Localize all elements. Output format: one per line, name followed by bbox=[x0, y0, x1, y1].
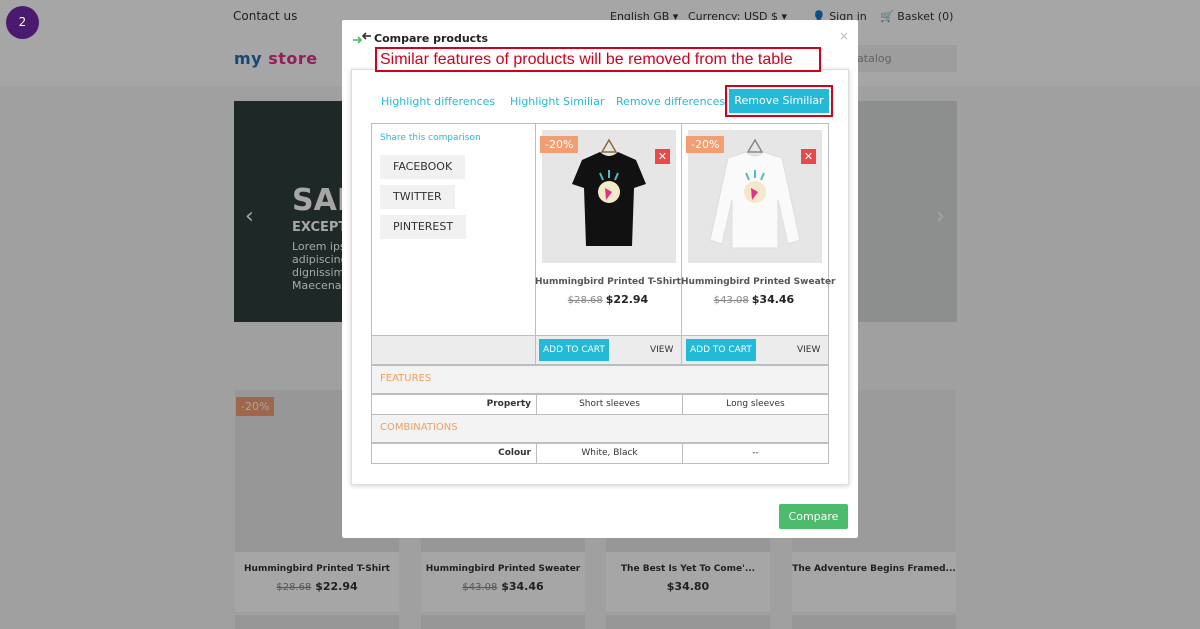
price: $34.46 bbox=[751, 293, 795, 306]
view-product-link[interactable]: VIEW bbox=[797, 345, 820, 355]
annotation-highlight-box bbox=[725, 85, 833, 117]
tab-highlight-differences[interactable]: Highlight differences bbox=[381, 95, 495, 108]
table-divider bbox=[681, 335, 682, 365]
discount-badge: -20% bbox=[686, 136, 725, 153]
share-label: Share this comparison bbox=[380, 133, 481, 143]
product-price: $28.68 $22.94 bbox=[535, 293, 681, 306]
price: $22.94 bbox=[605, 293, 649, 306]
compare-button[interactable]: Compare bbox=[779, 504, 848, 529]
row-label: Property bbox=[486, 399, 531, 409]
discount-badge: -20% bbox=[540, 136, 579, 153]
row-label: Colour bbox=[498, 448, 531, 458]
remove-product-icon[interactable]: ✕ bbox=[801, 149, 816, 164]
table-row: Property Short sleeves Long sleeves bbox=[371, 394, 829, 415]
features-section-header: FEATURES bbox=[371, 365, 829, 394]
old-price: $28.68 bbox=[567, 295, 603, 306]
product-price: $43.08 $34.46 bbox=[681, 293, 827, 306]
product-name[interactable]: Hummingbird Printed Sweater bbox=[681, 277, 836, 287]
close-icon[interactable]: × bbox=[839, 29, 849, 43]
combinations-section-header: COMBINATIONS bbox=[371, 414, 829, 443]
row-value: Short sleeves bbox=[536, 395, 682, 414]
table-divider bbox=[535, 335, 536, 365]
share-pinterest-button[interactable]: PINTEREST bbox=[380, 215, 467, 239]
old-price: $43.08 bbox=[713, 295, 749, 306]
product-name[interactable]: Hummingbird Printed T-Shirt bbox=[535, 277, 681, 287]
share-facebook-button[interactable]: FACEBOOK bbox=[380, 155, 466, 179]
table-row: Colour White, Black -- bbox=[371, 443, 829, 464]
annotation-note: Similar features of products will be rem… bbox=[375, 47, 821, 72]
table-divider bbox=[681, 123, 682, 365]
compare-icon bbox=[353, 32, 371, 44]
share-twitter-button[interactable]: TWITTER bbox=[380, 185, 455, 209]
row-value: White, Black bbox=[536, 444, 682, 463]
view-product-link[interactable]: VIEW bbox=[650, 345, 673, 355]
add-to-cart-button[interactable]: ADD TO CART bbox=[686, 339, 756, 361]
step-badge: 2 bbox=[6, 6, 39, 39]
remove-product-icon[interactable]: ✕ bbox=[655, 149, 670, 164]
tab-highlight-similar[interactable]: Highlight Similiar bbox=[510, 95, 604, 108]
table-divider bbox=[535, 123, 536, 365]
row-value: Long sleeves bbox=[682, 395, 828, 414]
row-value: -- bbox=[682, 444, 828, 463]
tab-remove-differences[interactable]: Remove differences bbox=[616, 95, 725, 108]
modal-title: Compare products bbox=[374, 32, 488, 45]
add-to-cart-button[interactable]: ADD TO CART bbox=[539, 339, 609, 361]
